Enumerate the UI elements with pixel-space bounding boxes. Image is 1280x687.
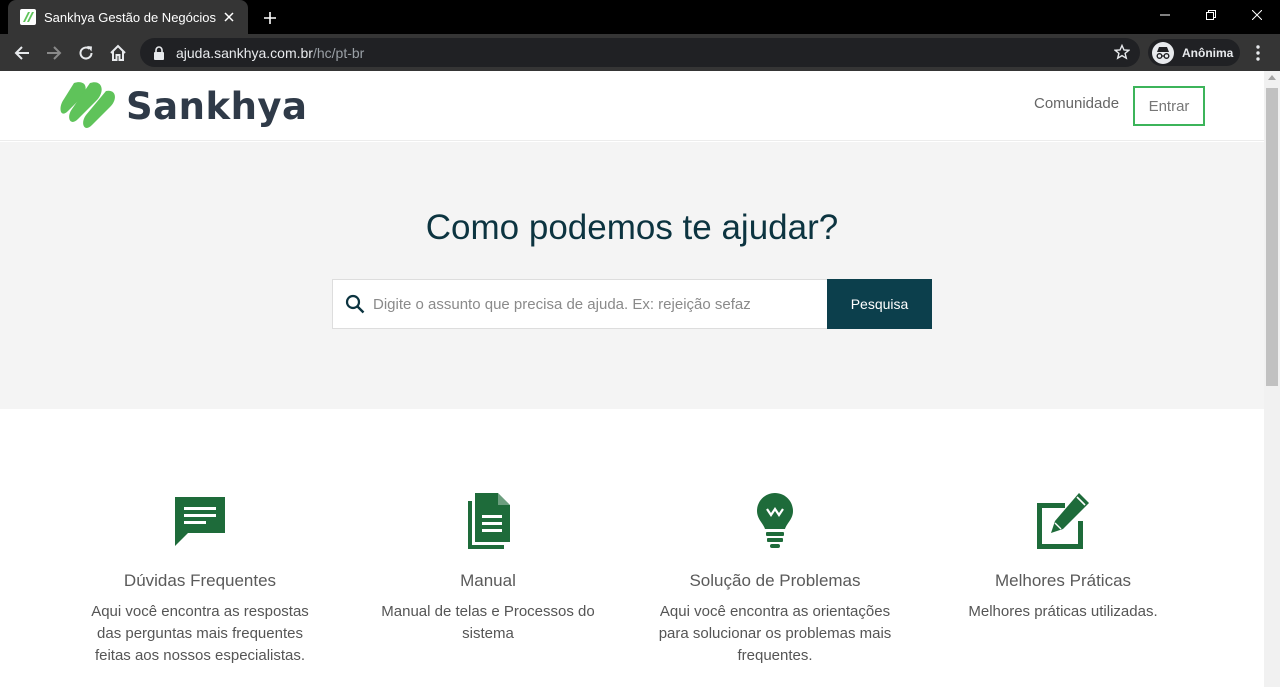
home-icon[interactable]: [104, 39, 132, 67]
browser-tab[interactable]: Sankhya Gestão de Negócios: [8, 0, 248, 34]
sankhya-favicon-icon: [20, 9, 36, 25]
tab-title: Sankhya Gestão de Negócios: [44, 9, 216, 25]
scrollbar-thumb[interactable]: [1266, 88, 1278, 386]
lock-icon: [154, 45, 164, 60]
minimize-icon[interactable]: [1142, 0, 1188, 30]
category-description: Aqui você encontra as orientações para s…: [658, 603, 892, 664]
restore-icon[interactable]: [1188, 0, 1234, 30]
page-viewport: Sankhya Comunidade Entrar Como podemos t…: [0, 71, 1264, 687]
hero-section: Como podemos te ajudar? Pesquisa: [0, 142, 1264, 409]
category-best-practices[interactable]: Melhores Práticas Melhores práticas util…: [943, 491, 1183, 623]
forward-arrow-icon[interactable]: [40, 39, 68, 67]
page-scrollbar[interactable]: [1264, 71, 1280, 687]
nav-community-link[interactable]: Comunidade: [1034, 95, 1119, 112]
logo-text: Sankhya: [126, 84, 308, 128]
search-button[interactable]: Pesquisa: [827, 279, 932, 329]
reload-icon[interactable]: [72, 39, 100, 67]
browser-toolbar: ajuda.sankhya.com.br/hc/pt-br Anônima: [0, 34, 1280, 71]
category-description: Aqui você encontra as respostas das perg…: [91, 603, 309, 664]
login-button[interactable]: Entrar: [1133, 86, 1205, 126]
sankhya-logo-icon: [60, 82, 115, 128]
category-title: Melhores Práticas: [994, 571, 1132, 590]
scroll-up-arrow-icon[interactable]: [1268, 75, 1276, 80]
incognito-profile-button[interactable]: Anônima: [1148, 39, 1240, 66]
back-arrow-icon[interactable]: [8, 39, 36, 67]
address-bar[interactable]: ajuda.sankhya.com.br/hc/pt-br: [140, 38, 1140, 67]
category-manual[interactable]: Manual Manual de telas e Processos do si…: [368, 491, 608, 645]
category-faq[interactable]: Dúvidas Frequentes Aqui você encontra as…: [80, 491, 320, 667]
lightbulb-icon: [757, 493, 793, 548]
new-tab-icon[interactable]: [258, 6, 282, 30]
url-path: /hc/pt-br: [312, 44, 365, 61]
close-window-icon[interactable]: [1234, 0, 1280, 30]
sankhya-logo[interactable]: Sankhya: [60, 81, 308, 131]
category-description: Manual de telas e Processos do sistema: [381, 603, 595, 642]
search-box[interactable]: [332, 279, 828, 329]
browser-tab-bar: Sankhya Gestão de Negócios: [0, 0, 1280, 34]
category-description: Melhores práticas utilizadas.: [968, 603, 1158, 620]
incognito-icon: [1152, 41, 1174, 64]
search-input[interactable]: [373, 295, 813, 313]
document-icon: [468, 493, 510, 549]
category-title: Manual: [460, 571, 516, 590]
close-tab-icon[interactable]: [220, 8, 238, 26]
site-header: Sankhya Comunidade Entrar: [0, 71, 1264, 141]
profile-label: Anônima: [1182, 45, 1234, 60]
browser-menu-icon[interactable]: [1248, 39, 1268, 67]
hero-title: Como podemos te ajudar?: [425, 208, 839, 247]
category-title: Solução de Problemas: [689, 571, 861, 590]
category-title: Dúvidas Frequentes: [123, 571, 277, 590]
edit-icon: [1037, 493, 1089, 549]
chat-icon: [175, 497, 225, 546]
category-troubleshooting[interactable]: Solução de Problemas Aqui você encontra …: [655, 491, 895, 667]
bookmark-star-icon[interactable]: [1114, 44, 1130, 60]
search-icon: [345, 294, 365, 314]
url-host: ajuda.sankhya.com.br: [176, 44, 313, 61]
